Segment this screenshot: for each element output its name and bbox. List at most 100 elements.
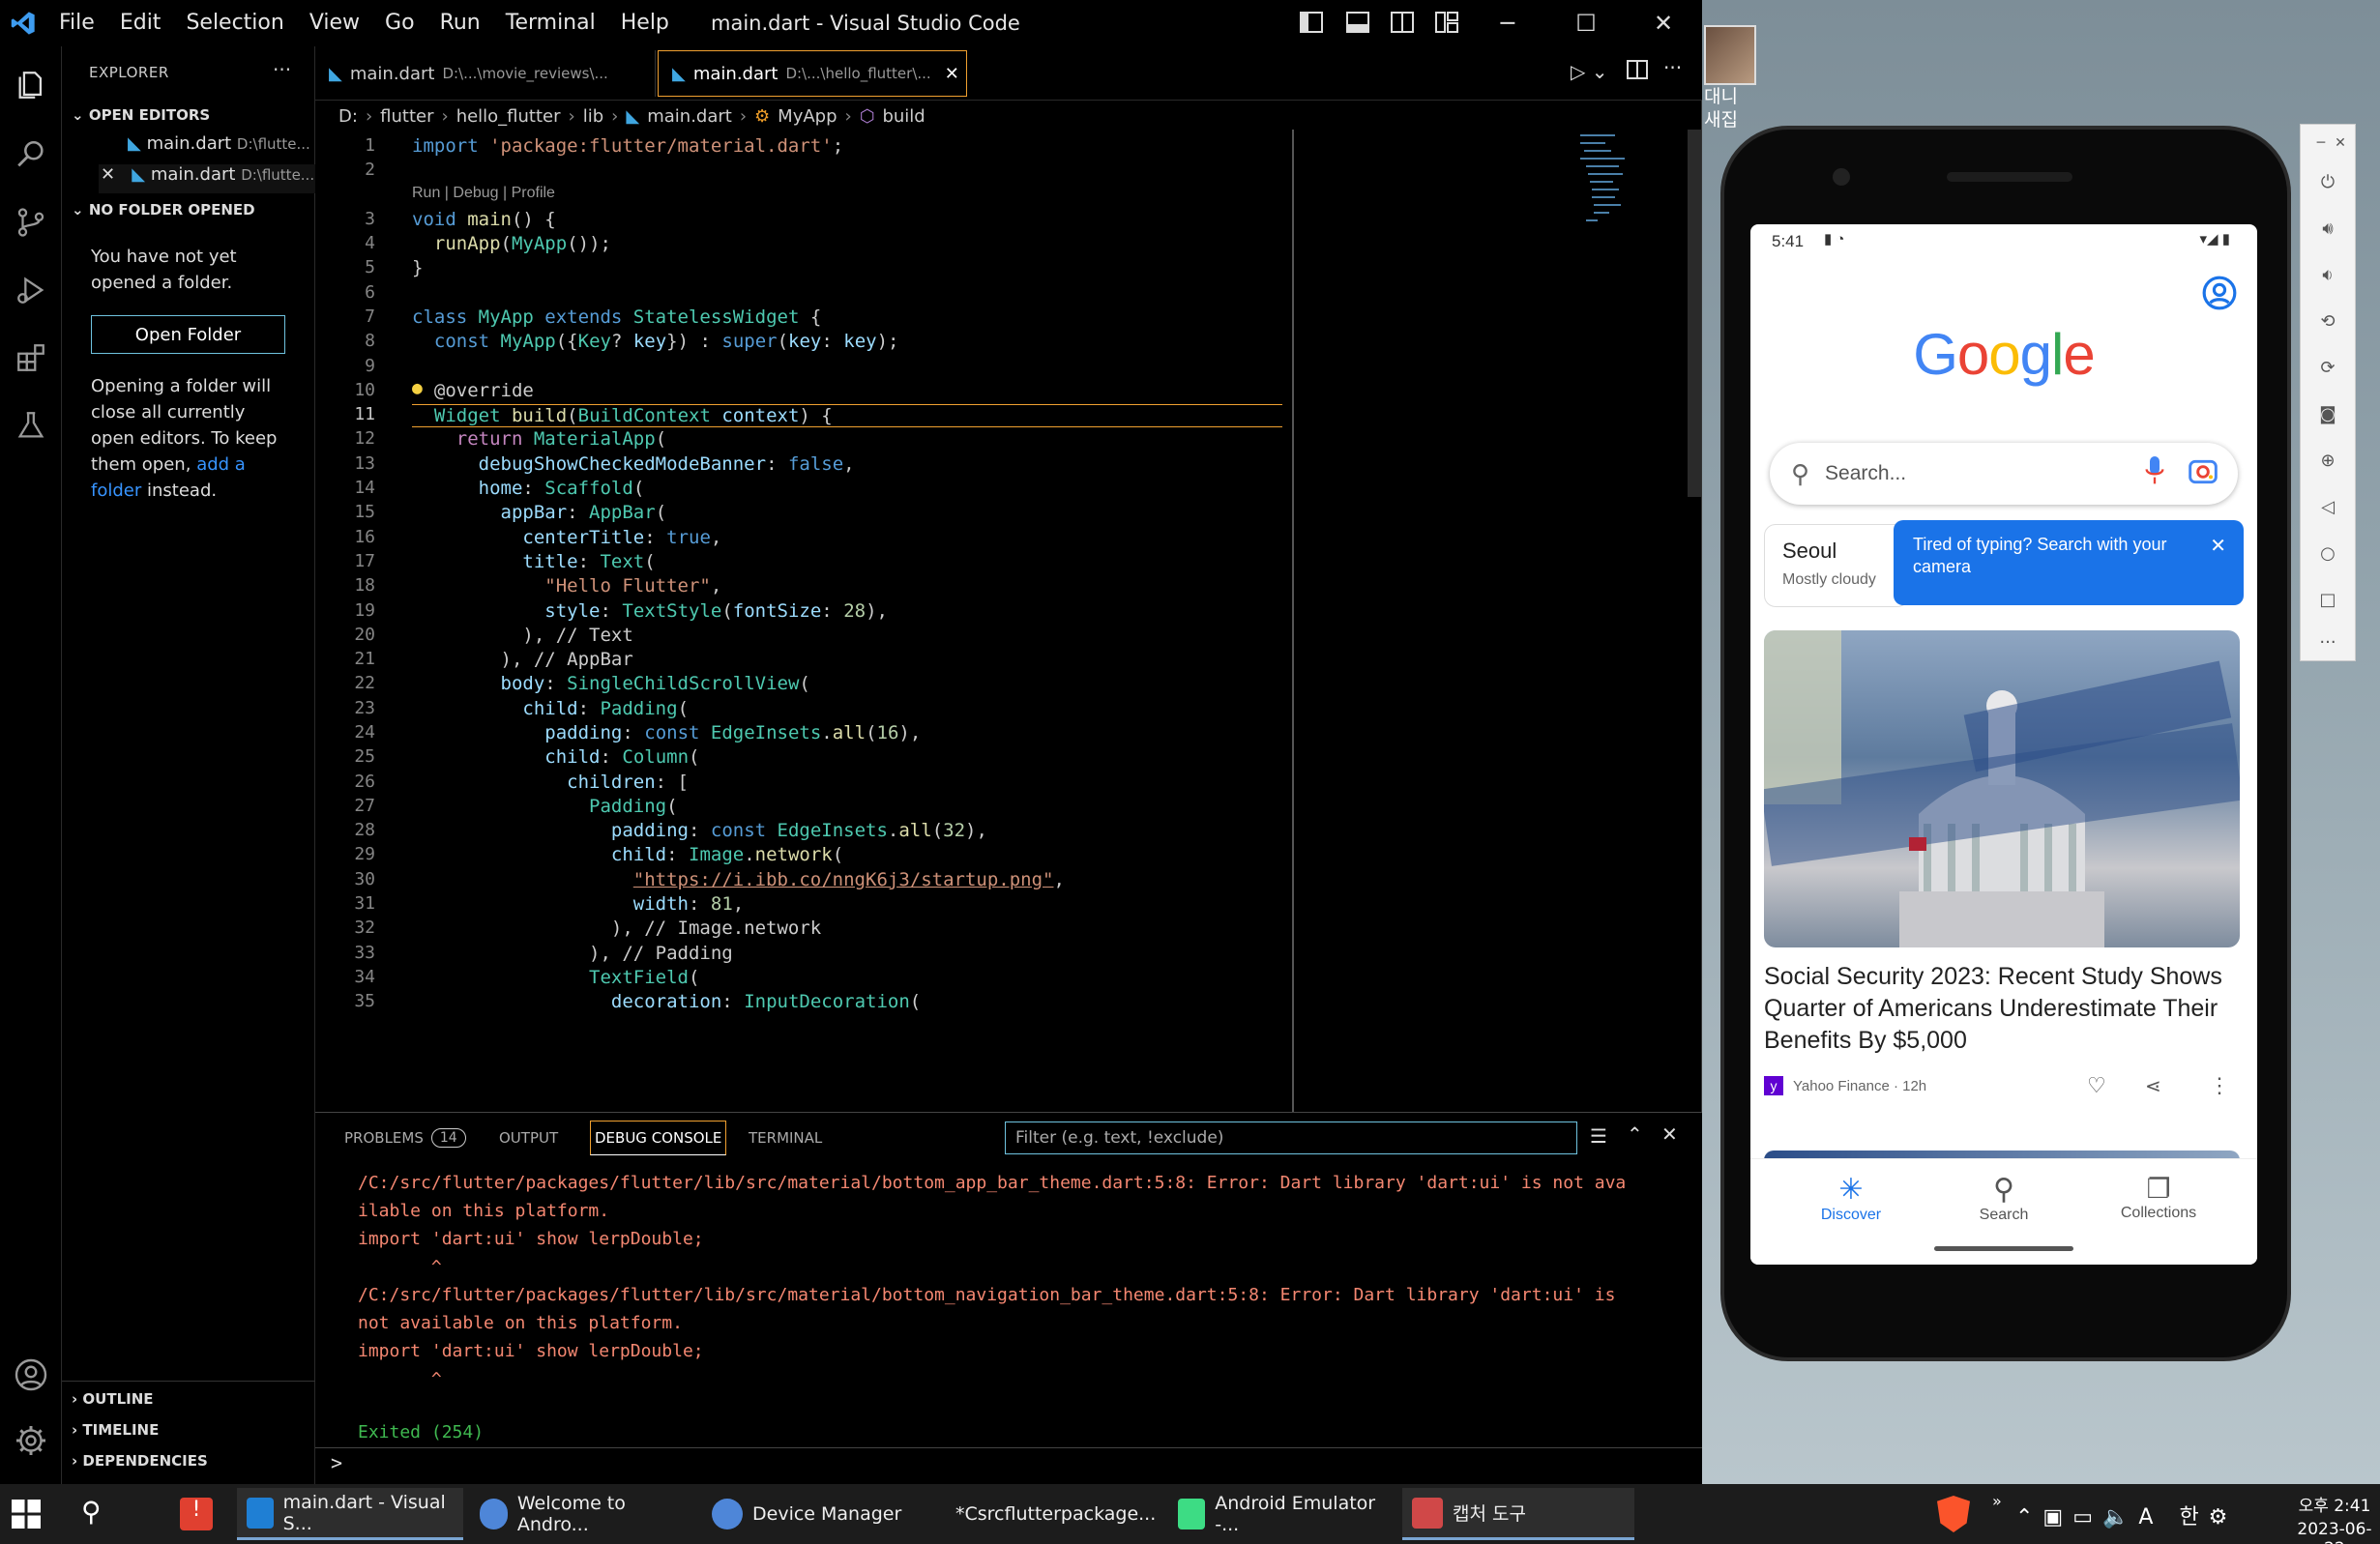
task-device-manager[interactable]: Device Manager bbox=[702, 1488, 926, 1540]
code-line[interactable]: children: [ bbox=[412, 772, 689, 793]
testing-icon[interactable] bbox=[8, 402, 54, 449]
breadcrumb-item[interactable]: hello_flutter bbox=[456, 106, 561, 127]
account-icon[interactable] bbox=[2201, 275, 2238, 316]
nav-collections[interactable]: ❐ Collections bbox=[2101, 1173, 2217, 1222]
weather-card[interactable]: Seoul Mostly cloudy bbox=[1764, 524, 1909, 607]
open-folder-button[interactable]: Open Folder bbox=[91, 315, 285, 354]
code-line[interactable]: return MaterialApp( bbox=[412, 428, 666, 450]
editor-scrollbar[interactable] bbox=[1688, 130, 1701, 497]
code-line[interactable]: void main() { bbox=[412, 209, 556, 230]
timeline-header[interactable]: › TIMELINE bbox=[62, 1421, 159, 1439]
settings-gear-icon[interactable] bbox=[8, 1417, 54, 1464]
lightbulb-icon[interactable]: ● bbox=[412, 378, 423, 398]
code-line[interactable]: width: 81, bbox=[412, 893, 744, 915]
code-line[interactable]: "https://i.ibb.co/nngK6j3/startup.png", bbox=[412, 869, 1065, 890]
split-editor-icon[interactable] bbox=[1626, 58, 1649, 85]
breadcrumb-item[interactable]: build bbox=[882, 106, 925, 127]
code-line[interactable]: import 'package:flutter/material.dart'; bbox=[412, 135, 843, 157]
rotate-right-icon[interactable]: ⟳ bbox=[2313, 353, 2342, 382]
tab-debug-console[interactable]: DEBUG CONSOLE bbox=[590, 1121, 727, 1155]
code-line[interactable]: centerTitle: true, bbox=[412, 527, 721, 548]
search-icon[interactable] bbox=[8, 131, 54, 178]
menu-view[interactable]: View bbox=[297, 0, 372, 46]
codelens-run-debug[interactable]: Run | Debug | Profile bbox=[412, 185, 555, 202]
tab-terminal[interactable]: TERMINAL bbox=[749, 1121, 822, 1155]
explorer-icon[interactable] bbox=[8, 62, 54, 108]
code-line[interactable]: child: Padding( bbox=[412, 698, 689, 719]
more-vert-icon[interactable]: ⋮ bbox=[2209, 1073, 2230, 1098]
task-notepad[interactable]: *Csrcflutterpackage... bbox=[936, 1488, 1161, 1540]
more-actions-icon[interactable]: ··· bbox=[1663, 56, 1682, 79]
run-file-icon[interactable]: ▷ ⌄ bbox=[1571, 60, 1608, 83]
code-line[interactable]: appBar: AppBar( bbox=[412, 502, 667, 523]
app-alert-icon[interactable]: ! bbox=[180, 1498, 213, 1530]
menu-help[interactable]: Help bbox=[608, 0, 682, 46]
tab-movie-reviews[interactable]: ◣ main.dart D:\...\movie_reviews\... bbox=[315, 50, 656, 97]
tab-hello-flutter[interactable]: ◣ main.dart D:\...\hello_flutter\... ✕ bbox=[658, 50, 967, 97]
nav-discover[interactable]: ✳ Discover bbox=[1793, 1173, 1909, 1224]
taskbar-search-icon[interactable]: ⚲ bbox=[81, 1496, 102, 1528]
news-headline[interactable]: Social Security 2023: Recent Study Shows… bbox=[1764, 961, 2248, 1057]
emulator-close-icon[interactable]: ✕ bbox=[2326, 129, 2355, 158]
code-line[interactable]: runApp(MyApp()); bbox=[412, 233, 611, 254]
dependencies-header[interactable]: › DEPENDENCIES bbox=[62, 1452, 208, 1470]
code-line[interactable]: padding: const EdgeInsets.all(16), bbox=[412, 722, 921, 743]
code-line[interactable]: body: SingleChildScrollView( bbox=[412, 673, 810, 694]
brave-browser-icon[interactable] bbox=[1937, 1496, 1970, 1532]
minimize-button[interactable]: ─ bbox=[1469, 0, 1546, 46]
accounts-icon[interactable] bbox=[8, 1352, 54, 1398]
like-heart-icon[interactable]: ♡ bbox=[2087, 1073, 2106, 1098]
menu-selection[interactable]: Selection bbox=[173, 0, 296, 46]
code-editor[interactable]: import 'package:flutter/material.dart'; R… bbox=[412, 130, 1292, 1112]
voice-search-icon[interactable] bbox=[2145, 456, 2164, 490]
code-line[interactable]: ), // Padding bbox=[412, 943, 733, 964]
zoom-icon[interactable]: ⊕ bbox=[2313, 446, 2342, 475]
code-line[interactable]: debugShowCheckedModeBanner: false, bbox=[412, 453, 855, 475]
back-icon[interactable]: ◁ bbox=[2313, 492, 2342, 521]
close-panel-icon[interactable]: ✕ bbox=[1661, 1122, 1678, 1146]
code-line[interactable]: child: Image.network( bbox=[412, 844, 843, 865]
breadcrumb-item[interactable]: MyApp bbox=[778, 106, 837, 127]
code-line[interactable]: child: Column( bbox=[412, 746, 699, 768]
task-vscode[interactable]: main.dart - Visual S... bbox=[237, 1488, 463, 1540]
menu-terminal[interactable]: Terminal bbox=[493, 0, 608, 46]
breadcrumb-item[interactable]: flutter bbox=[380, 106, 433, 127]
run-debug-icon[interactable] bbox=[8, 267, 54, 313]
more-actions-icon[interactable]: ··· bbox=[273, 58, 291, 81]
tab-problems[interactable]: PROBLEMS 14 bbox=[344, 1121, 466, 1155]
minimap[interactable] bbox=[1576, 130, 1634, 246]
console-prompt[interactable]: > bbox=[331, 1451, 342, 1474]
code-line[interactable]: class MyApp extends StatelessWidget { bbox=[412, 306, 821, 328]
overview-icon[interactable]: □ bbox=[2313, 585, 2342, 614]
code-line[interactable]: Widget build(BuildContext context) { bbox=[412, 404, 1282, 428]
power-icon[interactable]: ⏻ bbox=[2313, 167, 2342, 196]
code-line[interactable]: @override bbox=[412, 380, 534, 401]
close-button[interactable]: ✕ bbox=[1625, 0, 1702, 46]
search-bar[interactable]: ⚲ Search... bbox=[1770, 443, 2238, 505]
breadcrumb-item[interactable]: D: bbox=[338, 106, 358, 127]
menu-run[interactable]: Run bbox=[427, 0, 493, 46]
home-icon[interactable]: ○ bbox=[2313, 539, 2342, 568]
share-icon[interactable]: ⋖ bbox=[2145, 1074, 2161, 1098]
no-folder-header[interactable]: ⌄ NO FOLDER OPENED bbox=[62, 201, 255, 218]
toggle-sidebar-icon[interactable] bbox=[1299, 10, 1326, 37]
console-filter-input[interactable]: Filter (e.g. text, !exclude) bbox=[1005, 1122, 1577, 1154]
rotate-left-icon[interactable]: ⟲ bbox=[2313, 306, 2342, 335]
code-line[interactable]: ), // Text bbox=[412, 625, 632, 646]
code-line[interactable]: Padding( bbox=[412, 796, 678, 817]
toggle-panel-icon[interactable] bbox=[1345, 10, 1372, 37]
code-line[interactable]: decoration: InputDecoration( bbox=[412, 991, 921, 1012]
screenshot-camera-icon[interactable]: ◙ bbox=[2313, 399, 2342, 428]
extensions-icon[interactable] bbox=[8, 335, 54, 381]
maximize-panel-icon[interactable]: ⌃ bbox=[1627, 1122, 1643, 1146]
tooltip-close-icon[interactable]: ✕ bbox=[2210, 536, 2226, 558]
overflow-chevron-icon[interactable]: » bbox=[1992, 1492, 2002, 1510]
clock[interactable]: 오후 2:41 2023-06-22 bbox=[2292, 1492, 2377, 1544]
volume-up-icon[interactable]: 🔊︎ bbox=[2313, 214, 2342, 243]
code-line[interactable]: style: TextStyle(fontSize: 28), bbox=[412, 600, 888, 622]
maximize-button[interactable]: ☐ bbox=[1547, 0, 1625, 46]
code-line[interactable]: padding: const EdgeInsets.all(32), bbox=[412, 820, 987, 841]
code-line[interactable]: ), // AppBar bbox=[412, 649, 633, 670]
close-tab-icon[interactable]: ✕ bbox=[945, 64, 959, 84]
customize-layout-icon[interactable] bbox=[1434, 10, 1461, 37]
